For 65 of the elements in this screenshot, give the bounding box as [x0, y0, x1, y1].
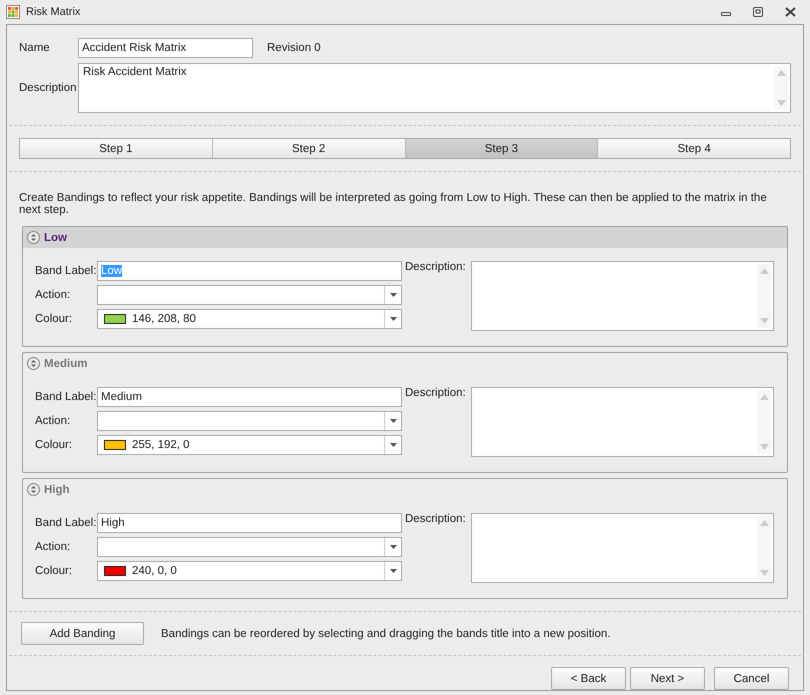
- field-label: Action:: [35, 289, 72, 301]
- scroll-up-icon[interactable]: [760, 520, 768, 526]
- footer-button[interactable]: < Back: [551, 667, 626, 690]
- action-dropdown[interactable]: [97, 411, 402, 431]
- caret-icon: [390, 443, 396, 447]
- band-header[interactable]: Medium: [23, 353, 787, 374]
- colour-dropdown[interactable]: 240, 0, 0: [97, 561, 402, 581]
- description-textarea[interactable]: Risk Accident Matrix: [78, 63, 791, 113]
- field-label: Name: [19, 42, 51, 54]
- collapse-icon[interactable]: [27, 357, 40, 370]
- description-textarea[interactable]: [470, 513, 774, 583]
- scroll-down-icon[interactable]: [760, 318, 768, 324]
- field-label: Description:: [405, 387, 467, 401]
- caret-icon: [390, 569, 396, 573]
- field-label: Band Label:: [35, 391, 97, 403]
- field-label: Band Label:: [35, 517, 97, 529]
- field-label: Colour:: [35, 565, 74, 577]
- description-textarea[interactable]: [470, 387, 774, 457]
- scroll-up-icon[interactable]: [776, 70, 786, 76]
- step-tab[interactable]: Step 1: [20, 139, 212, 158]
- scroll-down-icon[interactable]: [760, 444, 768, 450]
- field-label: Action:: [35, 415, 72, 427]
- band-title: High: [44, 484, 70, 496]
- step-tab[interactable]: Step 3: [404, 139, 598, 158]
- band-label-input[interactable]: Medium: [97, 387, 402, 407]
- caret-icon: [390, 545, 396, 549]
- step-tab[interactable]: Step 4: [597, 139, 790, 158]
- field-label: Colour:: [35, 313, 74, 325]
- field-label: Description: [19, 82, 78, 94]
- action-dropdown[interactable]: [97, 285, 402, 305]
- revision-text: Revision 0: [267, 42, 321, 54]
- footer-button[interactable]: Next >: [630, 667, 705, 690]
- field-label: Band Label:: [35, 265, 97, 277]
- add-banding-button[interactable]: Add Banding: [21, 622, 144, 645]
- scroll-down-icon[interactable]: [776, 100, 786, 106]
- band-title: Low: [44, 232, 67, 244]
- colour-dropdown[interactable]: 255, 192, 0: [97, 435, 402, 455]
- close-icon[interactable]: [785, 7, 796, 17]
- field-label: Description:: [405, 513, 467, 527]
- scroll-down-icon[interactable]: [760, 570, 768, 576]
- window-title: Risk Matrix: [26, 6, 80, 18]
- hint-text: Bandings can be reordered by selecting and dragging the bands title into a new position.: [161, 628, 610, 640]
- colour-dropdown[interactable]: 146, 208, 80: [97, 309, 402, 329]
- caret-icon: [390, 293, 396, 297]
- field-label: Colour:: [35, 439, 74, 451]
- description-textarea[interactable]: [470, 261, 774, 331]
- band-label-input[interactable]: High: [97, 513, 402, 533]
- scroll-up-icon[interactable]: [760, 394, 768, 400]
- collapse-icon[interactable]: [27, 231, 40, 244]
- maximize-icon[interactable]: [753, 7, 763, 17]
- field-label: Action:: [35, 541, 72, 553]
- caret-icon: [390, 317, 396, 321]
- instructions-text: Create Bandings to reflect your risk appetite. Bandings will be interpreted as going from Low to High. These can then be applied to the matrix in the next step.: [19, 192, 768, 216]
- action-dropdown[interactable]: [97, 537, 402, 557]
- band-header[interactable]: Low: [23, 227, 787, 248]
- footer-button[interactable]: Cancel: [714, 667, 789, 690]
- band-header[interactable]: High: [23, 479, 787, 500]
- caret-icon: [390, 419, 396, 423]
- grid-icon: [6, 5, 20, 19]
- scroll-up-icon[interactable]: [760, 268, 768, 274]
- step-tab[interactable]: Step 2: [212, 139, 404, 158]
- collapse-icon[interactable]: [27, 483, 40, 496]
- field-label: Description:: [405, 261, 467, 275]
- band-title: Medium: [44, 358, 88, 370]
- name-input[interactable]: Accident Risk Matrix: [78, 38, 253, 58]
